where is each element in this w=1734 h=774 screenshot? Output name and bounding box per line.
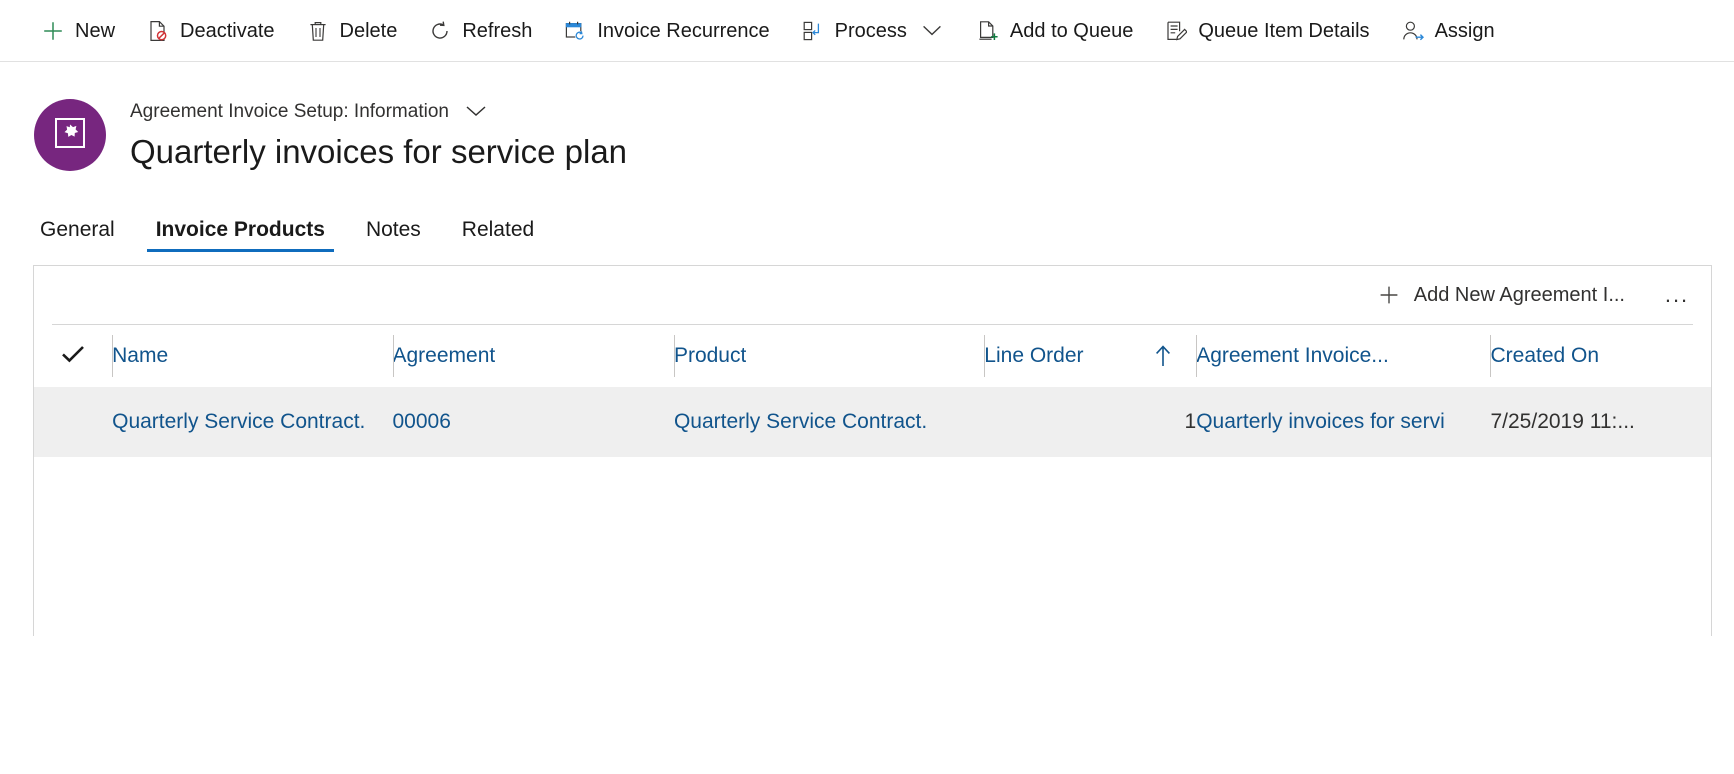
column-divider xyxy=(112,335,114,377)
chevron-down-icon[interactable] xyxy=(919,0,945,61)
subgrid-empty-space xyxy=(34,457,1711,637)
table-row[interactable]: Quarterly Service Contract. 00006 Quarte… xyxy=(34,387,1711,457)
cell-agreement[interactable]: 00006 xyxy=(393,387,674,457)
add-new-agreement-invoice-product-button[interactable]: Add New Agreement I... xyxy=(1368,275,1635,315)
column-header-created-on-label: Created On xyxy=(1490,344,1600,367)
tab-general[interactable]: General xyxy=(31,219,124,252)
add-to-queue-icon xyxy=(977,20,999,42)
cell-name[interactable]: Quarterly Service Contract. xyxy=(112,387,392,457)
column-divider xyxy=(1490,335,1492,377)
tab-related[interactable]: Related xyxy=(453,219,543,252)
process-icon xyxy=(802,20,824,42)
column-header-product-label: Product xyxy=(673,344,747,367)
column-header-line-order-label: Line Order xyxy=(984,344,1084,367)
cell-agreement-link[interactable]: 00006 xyxy=(393,410,674,434)
page-title: Quarterly invoices for service plan xyxy=(130,133,628,170)
command-refresh-button[interactable]: Refresh xyxy=(413,0,548,61)
command-add-to-queue-label: Add to Queue xyxy=(1009,19,1134,42)
arrow-up-icon xyxy=(1154,344,1172,368)
row-select-checkbox[interactable] xyxy=(34,387,112,457)
cell-created-on-value: 7/25/2019 11:... xyxy=(1490,410,1635,433)
command-invoice-recurrence-label: Invoice Recurrence xyxy=(597,19,770,42)
cell-agreement-invoice[interactable]: Quarterly invoices for servi xyxy=(1196,387,1490,457)
avatar xyxy=(34,99,106,171)
ellipsis-icon[interactable]: ... xyxy=(1657,275,1697,315)
record-subtitle: Agreement Invoice Setup: Information xyxy=(130,100,449,122)
cell-line-order-value: 1 xyxy=(1184,410,1197,433)
record-header: Agreement Invoice Setup: Information Qua… xyxy=(0,62,1734,178)
cell-agreement-invoice-link[interactable]: Quarterly invoices for servi xyxy=(1196,410,1490,434)
queue-item-details-icon xyxy=(1165,20,1188,42)
cell-line-order: 1 xyxy=(984,387,1197,457)
command-bar: New Deactivate Delete Refresh Invoice Re… xyxy=(0,0,1734,62)
tab-notes[interactable]: Notes xyxy=(357,219,430,252)
plus-icon xyxy=(42,20,64,42)
subgrid-toolbar: Add New Agreement I... ... xyxy=(34,266,1711,324)
command-refresh-label: Refresh xyxy=(462,19,533,42)
column-header-created-on[interactable]: Created On xyxy=(1490,325,1711,387)
command-process-label: Process xyxy=(834,19,907,42)
subgrid-header-row: Name Agreement Product Line Order Agreem… xyxy=(34,325,1711,387)
column-header-agreement-label: Agreement xyxy=(392,344,496,367)
select-all-checkbox[interactable] xyxy=(34,325,112,387)
checkmark-icon xyxy=(60,344,86,364)
command-invoice-recurrence-button[interactable]: Invoice Recurrence xyxy=(548,0,785,61)
tab-invoice-products[interactable]: Invoice Products xyxy=(146,219,335,252)
command-add-to-queue-button[interactable]: Add to Queue xyxy=(961,0,1149,61)
command-new-button[interactable]: New xyxy=(26,0,131,61)
assign-user-icon xyxy=(1402,20,1424,42)
chevron-down-icon[interactable] xyxy=(465,104,487,118)
invoice-products-subgrid: Add New Agreement I... ... Name Agreemen… xyxy=(33,265,1712,637)
column-divider xyxy=(1196,335,1198,377)
column-divider xyxy=(392,335,394,377)
column-header-name-label: Name xyxy=(112,344,169,367)
deactivate-icon xyxy=(147,20,169,42)
add-new-agreement-invoice-product-label: Add New Agreement I... xyxy=(1413,284,1625,306)
calendar-sync-icon xyxy=(564,20,586,42)
column-header-product[interactable]: Product xyxy=(673,325,984,387)
refresh-icon xyxy=(429,20,451,42)
column-header-line-order[interactable]: Line Order xyxy=(984,325,1196,387)
tab-bar: General Invoice Products Notes Related xyxy=(0,196,1734,252)
column-header-agreement-invoice-label: Agreement Invoice... xyxy=(1196,344,1389,367)
cell-product[interactable]: Quarterly Service Contract. xyxy=(674,387,984,457)
column-header-agreement-invoice[interactable]: Agreement Invoice... xyxy=(1196,325,1490,387)
command-queue-item-details-label: Queue Item Details xyxy=(1198,19,1370,42)
record-header-text: Agreement Invoice Setup: Information Qua… xyxy=(130,98,627,171)
record-subtitle-row: Agreement Invoice Setup: Information xyxy=(130,98,627,124)
command-new-label: New xyxy=(75,19,116,42)
column-divider xyxy=(673,335,675,377)
agreement-invoice-setup-icon xyxy=(53,116,87,155)
column-divider xyxy=(984,335,986,377)
command-process-button[interactable]: Process xyxy=(786,0,961,61)
command-queue-item-details-button[interactable]: Queue Item Details xyxy=(1149,0,1385,61)
subgrid-table: Name Agreement Product Line Order Agreem… xyxy=(34,325,1711,637)
cell-created-on: 7/25/2019 11:... xyxy=(1490,387,1711,457)
plus-icon xyxy=(1378,284,1400,306)
command-delete-button[interactable]: Delete xyxy=(291,0,414,61)
command-deactivate-button[interactable]: Deactivate xyxy=(131,0,291,61)
command-assign-label: Assign xyxy=(1434,19,1495,42)
command-delete-label: Delete xyxy=(339,19,398,42)
command-deactivate-label: Deactivate xyxy=(180,19,275,42)
cell-product-link[interactable]: Quarterly Service Contract. xyxy=(674,410,984,434)
column-header-name[interactable]: Name xyxy=(112,325,392,387)
cell-name-link[interactable]: Quarterly Service Contract. xyxy=(112,410,392,434)
command-assign-button[interactable]: Assign xyxy=(1386,0,1511,61)
column-header-agreement[interactable]: Agreement xyxy=(392,325,674,387)
trash-icon xyxy=(307,20,329,42)
